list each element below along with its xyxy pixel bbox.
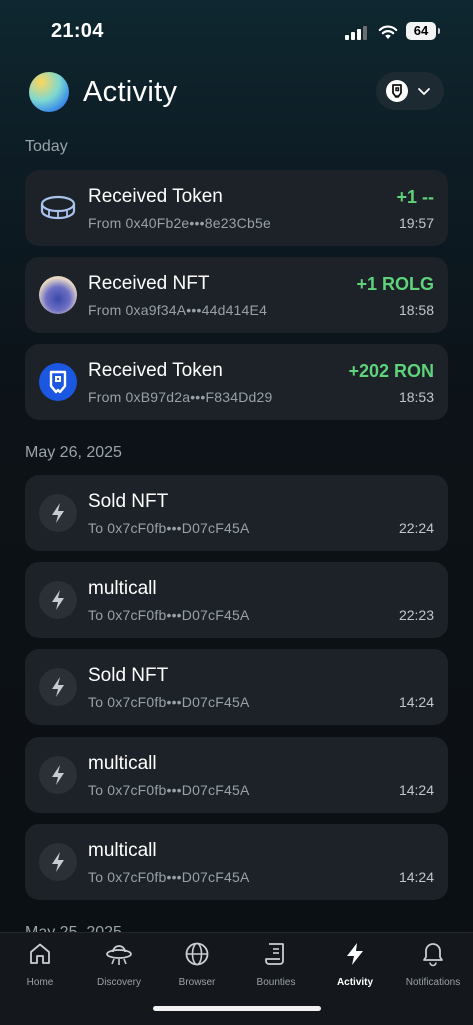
activity-time: 22:23 — [398, 607, 434, 623]
battery-nub — [438, 28, 440, 34]
lightning-icon — [39, 843, 77, 881]
tab-label: Discovery — [97, 977, 141, 988]
network-selector[interactable] — [376, 72, 444, 110]
activity-time: 14:24 — [398, 694, 434, 710]
activity-item[interactable]: multicall To 0x7cF0fb•••D07cF45A 14:24 — [25, 737, 448, 813]
activity-time: 19:57 — [398, 215, 434, 231]
activity-address: To 0x7cF0fb•••D07cF45A — [88, 607, 250, 623]
tab-label: Bounties — [256, 977, 296, 988]
section-label-today: Today — [25, 138, 68, 155]
ronin-logo-icon — [386, 80, 408, 102]
tab-activity[interactable]: Activity — [316, 941, 394, 1001]
home-icon — [30, 943, 50, 964]
activity-item[interactable]: Received NFT From 0xa9f34A•••44d414E4 +1… — [25, 257, 448, 333]
activity-address: From 0xa9f34A•••44d414E4 — [88, 302, 268, 318]
cellular-signal-icon — [345, 26, 369, 40]
activity-item[interactable]: Received Token From 0xB97d2a•••F834Dd29 … — [25, 344, 448, 420]
activity-address: From 0x40Fb2e•••8e23Cb5e — [88, 215, 271, 231]
wifi-icon — [378, 25, 398, 39]
battery-indicator: 64 — [406, 22, 436, 40]
home-indicator[interactable] — [153, 1006, 321, 1011]
activity-amount: +1 -- — [396, 187, 434, 207]
activity-time: 14:24 — [398, 782, 434, 798]
activity-address: To 0x7cF0fb•••D07cF45A — [88, 694, 250, 710]
activity-item[interactable]: Received Token From 0x40Fb2e•••8e23Cb5e … — [25, 170, 448, 246]
activity-amount: +1 ROLG — [356, 274, 434, 294]
activity-address: To 0x7cF0fb•••D07cF45A — [88, 520, 250, 536]
tab-notifications[interactable]: Notifications — [394, 941, 472, 1001]
activity-address: To 0x7cF0fb•••D07cF45A — [88, 869, 250, 885]
activity-time: 18:53 — [398, 389, 434, 405]
activity-title: Received NFT — [88, 273, 210, 294]
tab-discovery[interactable]: Discovery — [80, 941, 158, 1001]
status-bar: 21:04 64 — [0, 0, 473, 62]
bottom-tab-bar: Home Discovery Browser Bounties Activity… — [0, 932, 473, 1025]
page-header: Activity — [0, 68, 473, 116]
section-label-date: May 26, 2025 — [25, 444, 122, 461]
activity-title: Sold NFT — [88, 491, 169, 512]
bell-icon — [423, 943, 443, 967]
activity-item[interactable]: multicall To 0x7cF0fb•••D07cF45A 14:24 — [25, 824, 448, 900]
status-time: 21:04 — [51, 20, 104, 42]
ronin-logo-icon — [39, 363, 77, 401]
activity-address: To 0x7cF0fb•••D07cF45A — [88, 782, 250, 798]
lightning-icon — [39, 581, 77, 619]
lightning-icon — [347, 943, 363, 965]
activity-title: Sold NFT — [88, 665, 169, 686]
ufo-icon — [106, 945, 132, 965]
activity-title: Received Token — [88, 186, 223, 207]
activity-title: multicall — [88, 840, 157, 861]
activity-time: 22:24 — [398, 520, 434, 536]
activity-time: 14:24 — [398, 869, 434, 885]
activity-item[interactable]: multicall To 0x7cF0fb•••D07cF45A 22:23 — [25, 562, 448, 638]
chevron-down-icon — [418, 88, 430, 95]
activity-title: Received Token — [88, 360, 223, 381]
activity-title: multicall — [88, 578, 157, 599]
activity-time: 18:58 — [398, 302, 434, 318]
tab-label: Activity — [336, 977, 374, 988]
scroll-icon — [265, 943, 284, 965]
tab-browser[interactable]: Browser — [158, 941, 236, 1001]
tab-label: Browser — [178, 977, 216, 988]
tab-home[interactable]: Home — [1, 941, 79, 1001]
lightning-icon — [39, 668, 77, 706]
tab-label: Home — [26, 977, 54, 988]
tab-bounties[interactable]: Bounties — [237, 941, 315, 1001]
activity-item[interactable]: Sold NFT To 0x7cF0fb•••D07cF45A 14:24 — [25, 649, 448, 725]
globe-icon — [185, 942, 209, 966]
activity-item[interactable]: Sold NFT To 0x7cF0fb•••D07cF45A 22:24 — [25, 475, 448, 551]
coin-icon — [39, 189, 77, 227]
wallet-avatar[interactable] — [29, 72, 69, 112]
activity-title: multicall — [88, 753, 157, 774]
tab-label: Notifications — [405, 977, 461, 988]
lightning-icon — [39, 756, 77, 794]
activity-amount: +202 RON — [348, 361, 434, 381]
activity-address: From 0xB97d2a•••F834Dd29 — [88, 389, 273, 405]
nft-thumbnail — [39, 276, 77, 314]
page-title: Activity — [83, 76, 178, 108]
lightning-icon — [39, 494, 77, 532]
